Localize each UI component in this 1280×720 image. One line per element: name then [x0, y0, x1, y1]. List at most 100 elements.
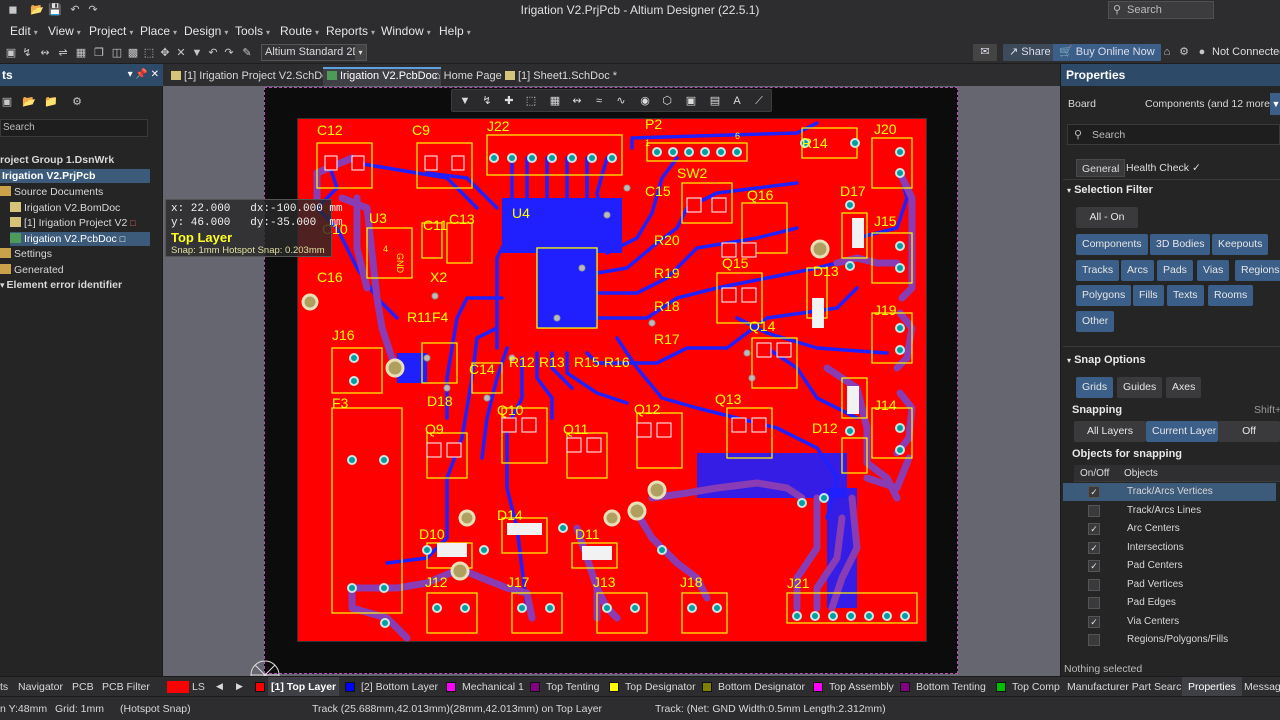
layer-scroll-left-icon[interactable]: ◀ [216, 681, 223, 692]
layer-tab-top[interactable]: [1] Top Layer [268, 677, 340, 697]
snapping-all-layers[interactable]: All Layers [1074, 421, 1146, 442]
checkbox[interactable]: ✓ [1088, 560, 1100, 572]
menu-project[interactable]: Project ▾ [89, 24, 133, 38]
gear-icon[interactable]: ⚙ [1177, 45, 1191, 59]
panel-settings-icon[interactable]: ⚙ [70, 95, 84, 109]
snap-object-row[interactable]: ✓ Pad Centers [1063, 557, 1276, 575]
snap-object-row[interactable]: ✓ Via Centers [1063, 613, 1276, 631]
paste-icon[interactable]: ◫ [110, 46, 124, 60]
pcb-artwork[interactable]: C12 C9 J22 P2 R14 J20 SW2 C15 Q16 D17 U3… [297, 118, 927, 642]
checkbox[interactable] [1088, 505, 1100, 517]
diff-pair-route-icon[interactable]: ≈ [592, 94, 606, 108]
rubber-stamp-icon[interactable]: ▩ [126, 46, 140, 60]
snap-object-row[interactable]: Regions/Polygons/Fills [1063, 631, 1276, 649]
move-icon[interactable]: ✥ [158, 46, 172, 60]
menu-tools[interactable]: Tools ▾ [235, 24, 270, 38]
buy-online-button[interactable]: 🛒 Buy Online Now [1053, 44, 1161, 61]
filter-regions[interactable]: Regions [1235, 260, 1280, 281]
checkbox[interactable] [1088, 634, 1100, 646]
tab-home-page[interactable]: ⌂ Home Page [430, 67, 506, 86]
route-trace-icon[interactable]: ↯ [480, 94, 494, 108]
copy-icon[interactable]: ❐ [92, 46, 106, 60]
checkbox[interactable]: ✓ [1088, 616, 1100, 628]
user-icon[interactable]: ● [1195, 45, 1209, 59]
checkbox[interactable] [1088, 579, 1100, 591]
menu-view[interactable]: View ▾ [48, 24, 81, 38]
tree-project[interactable]: Irigation V2.PrjPcb [0, 169, 150, 183]
snap-object-row[interactable]: Pad Vertices [1063, 576, 1276, 594]
snap-object-row[interactable]: ✓ Intersections [1063, 539, 1276, 557]
menu-design[interactable]: Design ▾ [184, 24, 228, 38]
tree-workspace[interactable]: roject Group 1.DsnWrk [0, 153, 114, 167]
tree-generated[interactable]: Generated [0, 263, 64, 277]
all-on-button[interactable]: All - On [1076, 207, 1138, 228]
tune-length-icon[interactable]: ∿ [614, 94, 628, 108]
view-mode-select[interactable]: Altium Standard 2D ▾ [261, 44, 367, 61]
diff-pair-icon[interactable]: ⇌ [56, 46, 70, 60]
snap-object-row[interactable]: Track/Arcs Lines [1063, 502, 1276, 520]
fit-icon[interactable]: ▦ [74, 46, 88, 60]
snap-guides-button[interactable]: Guides [1117, 377, 1163, 398]
checkbox[interactable]: ✓ [1088, 542, 1100, 554]
keepout-icon[interactable]: ▣ [684, 94, 698, 108]
filter-components[interactable]: Components [1076, 234, 1148, 255]
menu-reports[interactable]: Reports ▾ [326, 24, 375, 38]
string-text-icon[interactable]: A [730, 94, 744, 108]
menu-edit[interactable]: Edit ▾ [10, 24, 38, 38]
snap-axes-button[interactable]: Axes [1166, 377, 1202, 398]
align-icon[interactable]: ▦ [548, 94, 562, 108]
tree-source-documents[interactable]: Source Documents [0, 185, 103, 199]
dimension-icon[interactable]: ▤ [708, 94, 722, 108]
tab-schdoc[interactable]: [1] Irigation Project V2.SchDoc * [167, 67, 345, 86]
tree-schdoc[interactable]: [1] Irigation Project V2 □ [10, 216, 136, 230]
polygon-icon[interactable]: ⬡ [660, 94, 674, 108]
route-icon[interactable]: ↯ [20, 46, 34, 60]
filter-texts[interactable]: Texts [1167, 285, 1204, 306]
filter-icon[interactable]: ▼ [190, 46, 204, 60]
snap-object-row[interactable]: ✓ Track/Arcs Vertices [1063, 483, 1276, 501]
tab-pcbdoc[interactable]: Irigation V2.PcbDoc [323, 67, 442, 86]
chat-icon[interactable]: ✉ [973, 44, 997, 61]
not-connected-label[interactable]: Not Connected [1212, 46, 1280, 58]
tree-settings[interactable]: Settings [0, 247, 52, 261]
tree-error-identifier[interactable]: ▾ Element error identifier [0, 278, 122, 292]
snap-grids-button[interactable]: Grids [1076, 377, 1114, 398]
deselect-icon[interactable]: ✕ [174, 46, 188, 60]
filter-dropdown-icon[interactable]: ▼ [1270, 93, 1280, 115]
selection-filter-section[interactable]: ▾ Selection Filter [1067, 184, 1153, 196]
snap-object-row[interactable]: ✓ Arc Centers [1063, 520, 1276, 538]
layer-scroll-right-icon[interactable]: ▶ [236, 681, 243, 692]
filter-fills[interactable]: Fills [1133, 285, 1164, 306]
open-doc-icon[interactable]: 📁 [44, 95, 58, 109]
checkbox[interactable] [1088, 597, 1100, 609]
tree-pcbdoc[interactable]: Irigation V2.PcbDoc □ [10, 232, 150, 246]
menu-route[interactable]: Route ▾ [280, 24, 319, 38]
redo-toolbar-icon[interactable]: ↷ [222, 46, 236, 60]
panel-controls[interactable]: ▾ 📌 ✕ [128, 64, 159, 86]
open-project-icon[interactable]: 📂 [22, 95, 36, 109]
filter-arcs[interactable]: Arcs [1121, 260, 1154, 281]
snapping-current-layer[interactable]: Current Layer [1146, 421, 1218, 442]
tree-bomdoc[interactable]: Irigation V2.BomDoc [10, 201, 120, 215]
select-rect-icon[interactable]: ⬚ [142, 46, 156, 60]
interactive-route-icon[interactable]: ↭ [38, 46, 52, 60]
select-rect-icon[interactable]: ⬚ [524, 94, 538, 108]
filter-icon[interactable]: ▼ [458, 94, 472, 108]
snap-object-row[interactable]: Pad Edges [1063, 594, 1276, 612]
menu-place[interactable]: Place ▾ [140, 24, 177, 38]
filter-3d-bodies[interactable]: 3D Bodies [1150, 234, 1211, 255]
panel-tab-pcb-filter[interactable]: PCB Filter [102, 681, 150, 693]
panel-tab-projects[interactable]: ts [0, 681, 8, 693]
components-filter-label[interactable]: Components (and 12 more) [1145, 98, 1273, 110]
interactive-route-icon[interactable]: ↭ [570, 94, 584, 108]
snap-options-section[interactable]: ▾ Snap Options [1067, 354, 1146, 366]
layer-tab-bottom[interactable]: [2] Bottom Layer [361, 681, 438, 693]
current-layer-swatch[interactable] [167, 681, 189, 693]
checkbox[interactable]: ✓ [1088, 523, 1100, 535]
snapping-off[interactable]: Off [1218, 421, 1280, 442]
menu-help[interactable]: Help ▾ [439, 24, 471, 38]
filter-rooms[interactable]: Rooms [1208, 285, 1254, 306]
add-cross-icon[interactable]: ✚ [502, 94, 516, 108]
panel-tab-messages[interactable]: Messag [1244, 681, 1280, 693]
layer-tab-top-assembly[interactable]: Top Assembly [829, 681, 894, 693]
